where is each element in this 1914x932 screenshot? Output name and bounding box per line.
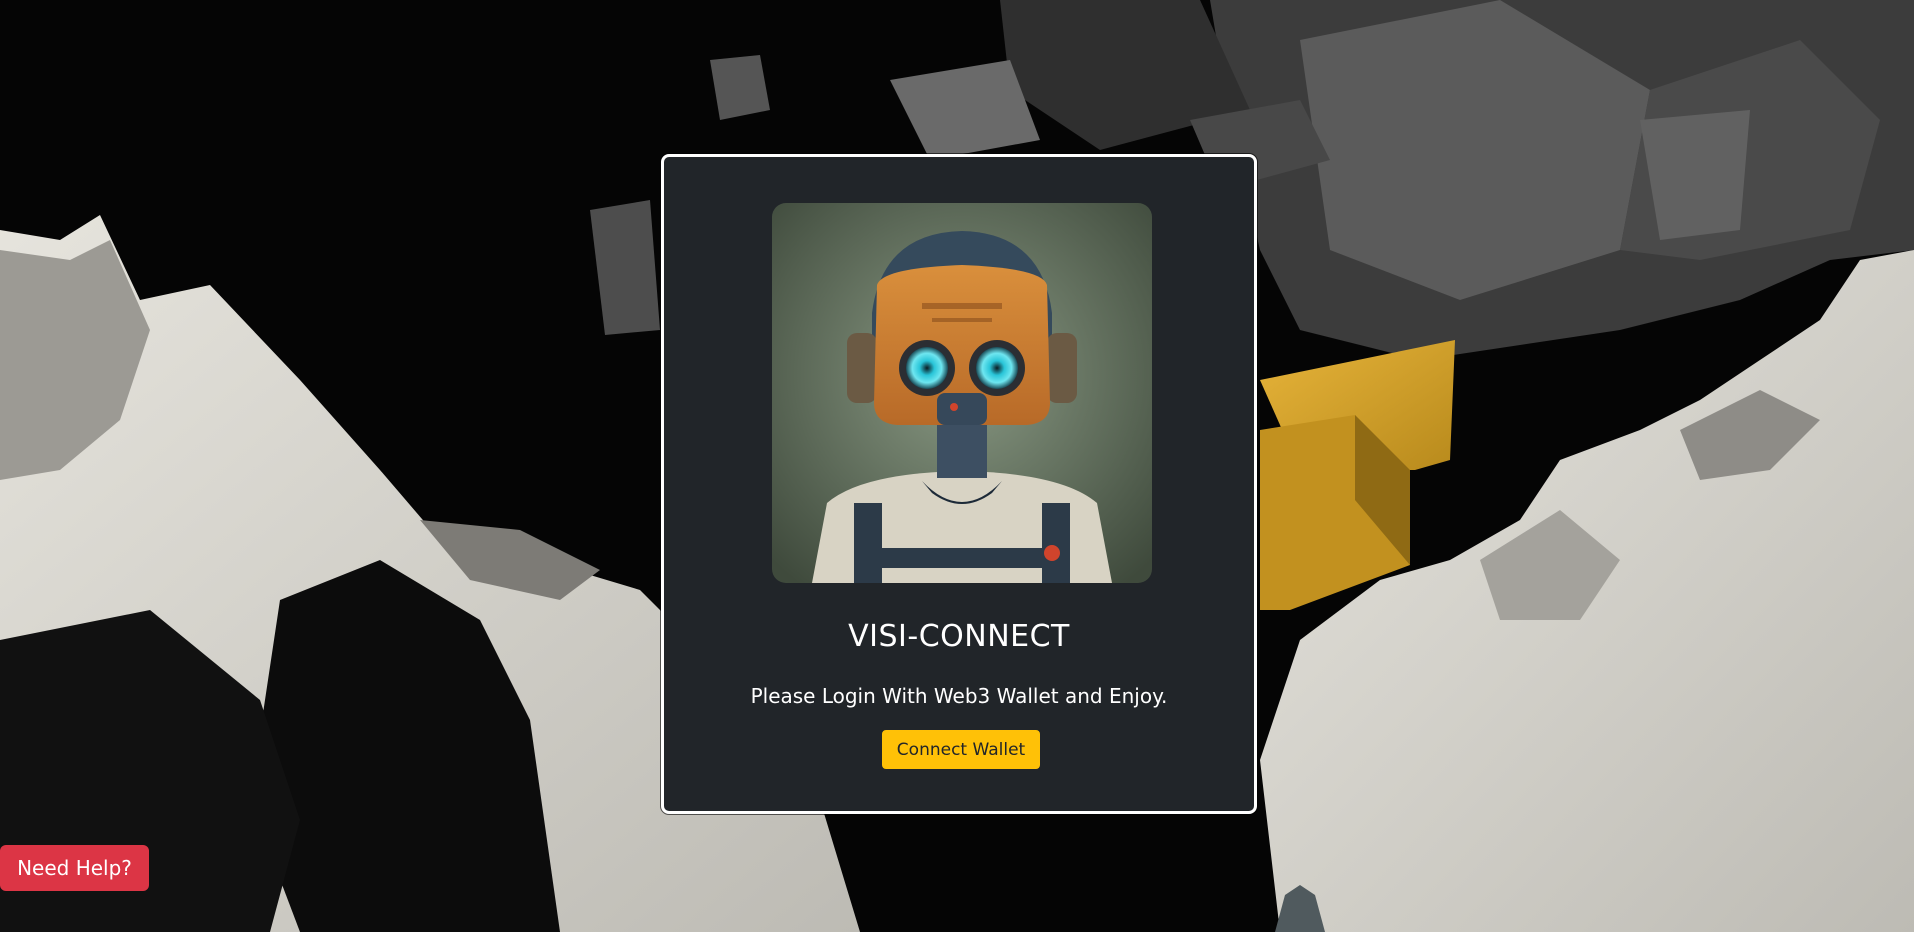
modal-title: VISI-CONNECT [848,619,1070,654]
robot-avatar-image [772,203,1152,583]
connect-wallet-button[interactable]: Connect Wallet [882,730,1040,769]
need-help-button[interactable]: Need Help? [0,845,149,891]
modal-subtitle: Please Login With Web3 Wallet and Enjoy. [750,684,1168,708]
login-modal: VISI-CONNECT Please Login With Web3 Wall… [661,154,1257,814]
